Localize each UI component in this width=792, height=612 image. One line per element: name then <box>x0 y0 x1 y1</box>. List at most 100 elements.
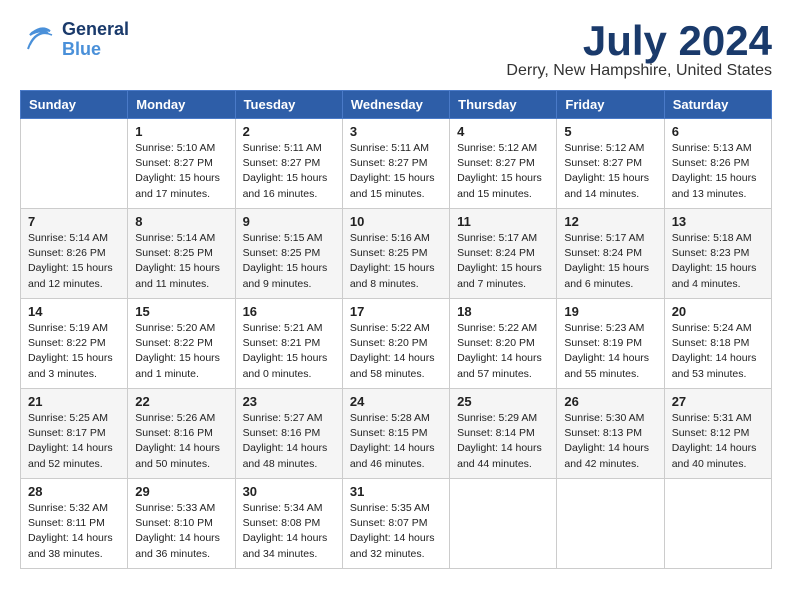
calendar-cell: 2Sunrise: 5:11 AM Sunset: 8:27 PM Daylig… <box>235 119 342 209</box>
day-number: 29 <box>135 484 227 499</box>
day-info: Sunrise: 5:23 AM Sunset: 8:19 PM Dayligh… <box>564 321 656 382</box>
weekday-header-monday: Monday <box>128 91 235 119</box>
day-number: 28 <box>28 484 120 499</box>
day-info: Sunrise: 5:13 AM Sunset: 8:26 PM Dayligh… <box>672 141 764 202</box>
logo-icon <box>20 21 58 59</box>
logo-general: General <box>62 20 129 40</box>
calendar-cell: 11Sunrise: 5:17 AM Sunset: 8:24 PM Dayli… <box>450 209 557 299</box>
calendar-cell: 14Sunrise: 5:19 AM Sunset: 8:22 PM Dayli… <box>21 299 128 389</box>
calendar-cell: 19Sunrise: 5:23 AM Sunset: 8:19 PM Dayli… <box>557 299 664 389</box>
day-number: 31 <box>350 484 442 499</box>
location-title: Derry, New Hampshire, United States <box>506 62 772 80</box>
day-info: Sunrise: 5:12 AM Sunset: 8:27 PM Dayligh… <box>457 141 549 202</box>
calendar-cell <box>450 479 557 569</box>
calendar-cell: 30Sunrise: 5:34 AM Sunset: 8:08 PM Dayli… <box>235 479 342 569</box>
calendar-cell: 20Sunrise: 5:24 AM Sunset: 8:18 PM Dayli… <box>664 299 771 389</box>
day-info: Sunrise: 5:19 AM Sunset: 8:22 PM Dayligh… <box>28 321 120 382</box>
calendar-cell: 8 Sunrise: 5:14 AM Sunset: 8:25 PM Daylig… <box>128 209 235 299</box>
day-number: 4 <box>457 124 549 139</box>
day-number: 18 <box>457 304 549 319</box>
day-info: Sunrise: 5:35 AM Sunset: 8:07 PM Dayligh… <box>350 501 442 562</box>
day-number: 3 <box>350 124 442 139</box>
calendar-cell: 4 Sunrise: 5:12 AM Sunset: 8:27 PM Daylig… <box>450 119 557 209</box>
calendar-cell: 24 Sunrise: 5:28 AM Sunset: 8:15 PM Dayli… <box>342 389 449 479</box>
day-number: 16 <box>243 304 335 319</box>
week-row-5: 28 Sunrise: 5:32 AM Sunset: 8:11 PM Dayli… <box>21 479 772 569</box>
calendar-cell: 13 Sunrise: 5:18 AM Sunset: 8:23 PM Dayli… <box>664 209 771 299</box>
day-number: 6 <box>672 124 764 139</box>
day-info: Sunrise: 5:16 AM Sunset: 8:25 PM Dayligh… <box>350 231 442 292</box>
day-number: 17 <box>350 304 442 319</box>
calendar-cell: 21Sunrise: 5:25 AM Sunset: 8:17 PM Dayli… <box>21 389 128 479</box>
logo-blue: Blue <box>62 40 129 60</box>
weekday-header-sunday: Sunday <box>21 91 128 119</box>
calendar-cell: 23 Sunrise: 5:27 AM Sunset: 8:16 PM Dayli… <box>235 389 342 479</box>
day-info: Sunrise: 5:30 AM Sunset: 8:13 PM Dayligh… <box>564 411 656 472</box>
calendar-cell: 10 Sunrise: 5:16 AM Sunset: 8:25 PM Dayli… <box>342 209 449 299</box>
day-number: 13 <box>672 214 764 229</box>
day-info: Sunrise: 5:24 AM Sunset: 8:18 PM Dayligh… <box>672 321 764 382</box>
day-info: Sunrise: 5:12 AM Sunset: 8:27 PM Dayligh… <box>564 141 656 202</box>
calendar-cell: 17 Sunrise: 5:22 AM Sunset: 8:20 PM Dayli… <box>342 299 449 389</box>
day-number: 9 <box>243 214 335 229</box>
weekday-header-wednesday: Wednesday <box>342 91 449 119</box>
day-info: Sunrise: 5:22 AM Sunset: 8:20 PM Dayligh… <box>457 321 549 382</box>
day-number: 26 <box>564 394 656 409</box>
day-info: Sunrise: 5:32 AM Sunset: 8:11 PM Dayligh… <box>28 501 120 562</box>
day-info: Sunrise: 5:10 AM Sunset: 8:27 PM Dayligh… <box>135 141 227 202</box>
day-info: Sunrise: 5:20 AM Sunset: 8:22 PM Dayligh… <box>135 321 227 382</box>
day-number: 8 <box>135 214 227 229</box>
calendar-cell: 18 Sunrise: 5:22 AM Sunset: 8:20 PM Dayli… <box>450 299 557 389</box>
day-info: Sunrise: 5:27 AM Sunset: 8:16 PM Dayligh… <box>243 411 335 472</box>
day-info: Sunrise: 5:22 AM Sunset: 8:20 PM Dayligh… <box>350 321 442 382</box>
week-row-2: 7Sunrise: 5:14 AM Sunset: 8:26 PM Daylig… <box>21 209 772 299</box>
weekday-header-thursday: Thursday <box>450 91 557 119</box>
logo: General Blue <box>20 20 129 60</box>
day-info: Sunrise: 5:26 AM Sunset: 8:16 PM Dayligh… <box>135 411 227 472</box>
weekday-header-friday: Friday <box>557 91 664 119</box>
day-number: 15 <box>135 304 227 319</box>
day-info: Sunrise: 5:31 AM Sunset: 8:12 PM Dayligh… <box>672 411 764 472</box>
calendar-cell: 25 Sunrise: 5:29 AM Sunset: 8:14 PM Dayli… <box>450 389 557 479</box>
day-info: Sunrise: 5:17 AM Sunset: 8:24 PM Dayligh… <box>457 231 549 292</box>
calendar-cell: 15 Sunrise: 5:20 AM Sunset: 8:22 PM Dayli… <box>128 299 235 389</box>
day-info: Sunrise: 5:17 AM Sunset: 8:24 PM Dayligh… <box>564 231 656 292</box>
calendar-cell <box>21 119 128 209</box>
day-info: Sunrise: 5:29 AM Sunset: 8:14 PM Dayligh… <box>457 411 549 472</box>
day-number: 30 <box>243 484 335 499</box>
weekday-header-saturday: Saturday <box>664 91 771 119</box>
calendar-cell: 5 Sunrise: 5:12 AM Sunset: 8:27 PM Daylig… <box>557 119 664 209</box>
day-info: Sunrise: 5:14 AM Sunset: 8:25 PM Dayligh… <box>135 231 227 292</box>
calendar-cell: 26 Sunrise: 5:30 AM Sunset: 8:13 PM Dayli… <box>557 389 664 479</box>
week-row-4: 21Sunrise: 5:25 AM Sunset: 8:17 PM Dayli… <box>21 389 772 479</box>
day-number: 25 <box>457 394 549 409</box>
calendar-cell: 6 Sunrise: 5:13 AM Sunset: 8:26 PM Daylig… <box>664 119 771 209</box>
day-info: Sunrise: 5:28 AM Sunset: 8:15 PM Dayligh… <box>350 411 442 472</box>
calendar-cell: 12 Sunrise: 5:17 AM Sunset: 8:24 PM Dayli… <box>557 209 664 299</box>
week-row-3: 14Sunrise: 5:19 AM Sunset: 8:22 PM Dayli… <box>21 299 772 389</box>
day-number: 5 <box>564 124 656 139</box>
day-number: 7 <box>28 214 120 229</box>
calendar-cell <box>557 479 664 569</box>
calendar-cell: 29Sunrise: 5:33 AM Sunset: 8:10 PM Dayli… <box>128 479 235 569</box>
calendar-cell: 31 Sunrise: 5:35 AM Sunset: 8:07 PM Dayli… <box>342 479 449 569</box>
calendar-cell: 22Sunrise: 5:26 AM Sunset: 8:16 PM Dayli… <box>128 389 235 479</box>
calendar-cell: 7Sunrise: 5:14 AM Sunset: 8:26 PM Daylig… <box>21 209 128 299</box>
day-number: 24 <box>350 394 442 409</box>
calendar-cell: 28 Sunrise: 5:32 AM Sunset: 8:11 PM Dayli… <box>21 479 128 569</box>
day-info: Sunrise: 5:21 AM Sunset: 8:21 PM Dayligh… <box>243 321 335 382</box>
calendar-table: SundayMondayTuesdayWednesdayThursdayFrid… <box>20 90 772 569</box>
weekday-header-tuesday: Tuesday <box>235 91 342 119</box>
day-info: Sunrise: 5:15 AM Sunset: 8:25 PM Dayligh… <box>243 231 335 292</box>
day-number: 23 <box>243 394 335 409</box>
day-number: 27 <box>672 394 764 409</box>
day-number: 12 <box>564 214 656 229</box>
day-number: 21 <box>28 394 120 409</box>
day-number: 10 <box>350 214 442 229</box>
week-row-1: 1Sunrise: 5:10 AM Sunset: 8:27 PM Daylig… <box>21 119 772 209</box>
day-info: Sunrise: 5:18 AM Sunset: 8:23 PM Dayligh… <box>672 231 764 292</box>
logo-text: General Blue <box>62 20 129 60</box>
day-info: Sunrise: 5:11 AM Sunset: 8:27 PM Dayligh… <box>350 141 442 202</box>
month-title: July 2024 <box>506 20 772 62</box>
weekday-header-row: SundayMondayTuesdayWednesdayThursdayFrid… <box>21 91 772 119</box>
